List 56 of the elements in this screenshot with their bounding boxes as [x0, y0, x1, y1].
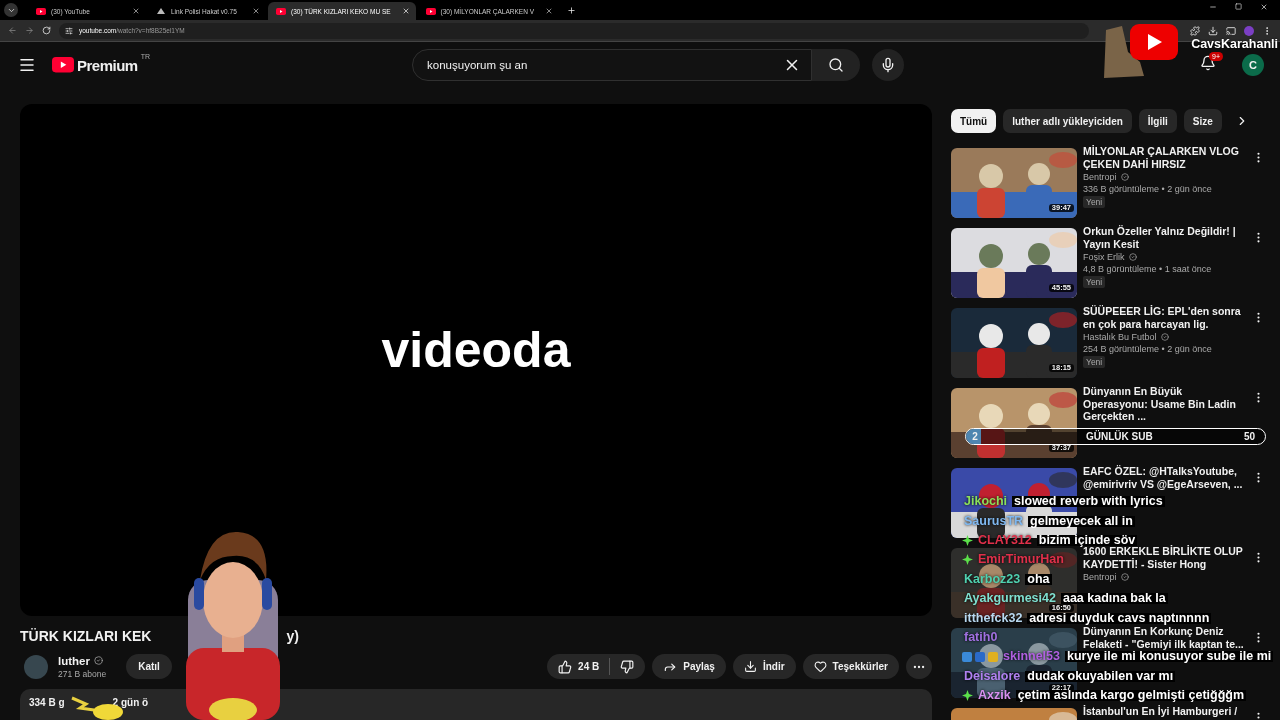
video-item-title: Dünyanın En Korkunç Deniz Felaketi - "Gemiyi ilk kaptan te... [1083, 625, 1245, 650]
chat-username: fatih0 [963, 631, 999, 643]
video-title-end: y) [286, 628, 299, 644]
action-button[interactable]: Paylaş [652, 654, 726, 679]
chat-message: gelmeyecek all in [1028, 515, 1135, 527]
join-button[interactable]: Katıl [126, 654, 172, 679]
filter-chip[interactable]: luther adlı yükleyiciden [1003, 109, 1132, 133]
filter-chip[interactable]: Tümü [951, 109, 997, 133]
account-avatar[interactable]: C [1242, 54, 1264, 76]
video-title: TÜRK KIZLARI KEK [20, 628, 152, 644]
video-item-meta: 254 B görüntüleme • 2 gün önce [1083, 344, 1213, 354]
new-badge: Yeni [1083, 356, 1106, 368]
chat-message: çetim aslında kargo gelmişti çetiğğğm [1015, 690, 1247, 702]
filter-chip[interactable]: İlgili [1138, 109, 1177, 133]
video-item-channel: Foşix Erlik [1083, 252, 1125, 262]
chat-message: aaa kadına bak la [1060, 593, 1168, 605]
search-field[interactable]: konuşuyorum şu an [412, 49, 813, 81]
streamer-name: CavsKarahanli [1191, 37, 1278, 51]
goal-label: GÜNLÜK SUB [1086, 431, 1153, 442]
video-item-title: İstanbul'un En İyi Hamburgeri / [1083, 705, 1239, 718]
video-caption: videoda [381, 321, 571, 379]
logo-text: Premium [77, 56, 138, 74]
chat-message: bizim içinde söv [1036, 534, 1138, 546]
video-item-title: Orkun Özeller Yalnız Değildir! | Yayın Kesit [1083, 225, 1237, 250]
like-button[interactable]: 24 B [547, 654, 646, 679]
chat-username: Ayakgurmesi42 [963, 593, 1056, 605]
video-item-title: Dünyanın En Büyük Operasyonu: Usame Bin Ladin Gerçekten ... [1083, 385, 1237, 423]
video-item-title: MİLYONLAR ÇALARKEN VLOG ÇEKEN DAHİ HIRSIZ [1083, 145, 1240, 170]
view-count: 334 B g [29, 697, 65, 710]
video-item-title: SÜÜPEEER LİG: EPL'den sonra en çok para harcayan lig. [1083, 305, 1242, 330]
chat-message: adresi duyduk cavs naptınnnn [1027, 612, 1212, 624]
chat-message: kurye ile mi konusuyor sube ile mi [1065, 651, 1274, 663]
video-item-title: EAFC ÖZEL: @HTalksYoutube, @emirivriv VS @EgeArseven, ... [1083, 465, 1244, 490]
chat-username: EmirTimurHan [977, 554, 1065, 566]
video-player[interactable]: videoda [20, 104, 932, 616]
new-badge: Yeni [1083, 276, 1106, 288]
goal-target: 50 [1243, 431, 1255, 442]
chat-message: slowed reverb with lyrics [1012, 496, 1165, 508]
goal-count: 2 [971, 431, 979, 442]
chat-username: itthefck32 [963, 612, 1024, 624]
filter-chip[interactable]: Size [1183, 109, 1222, 133]
action-button[interactable]: Teşekkürler [802, 654, 899, 679]
subscriber-count: 271 B abone [58, 668, 107, 679]
action-button[interactable]: İndir [732, 654, 796, 679]
chat-username: Deisalore [963, 670, 1022, 682]
video-item-title: 1600 ERKEKLE BİRLİKTE OLUP KAYDETTİ! - Sister Hong [1083, 545, 1244, 570]
channel-name[interactable]: luther [58, 654, 90, 667]
video-item-channel: Hastalık Bu Futbol [1083, 332, 1157, 342]
video-item-channel: Bentropi [1083, 572, 1117, 582]
video-item-channel: Bentropi [1083, 172, 1117, 182]
chat-username: Jikochi [963, 496, 1009, 508]
new-badge: Yeni [1083, 196, 1106, 208]
chat-message: oha [1025, 573, 1052, 585]
chat-message: dudak okuyabilen var mı [1025, 670, 1176, 682]
video-item-meta: 336 B görüntüleme • 2 gün önce [1083, 184, 1213, 194]
video-item-meta: 4,8 B görüntüleme • 1 saat önce [1083, 264, 1213, 274]
